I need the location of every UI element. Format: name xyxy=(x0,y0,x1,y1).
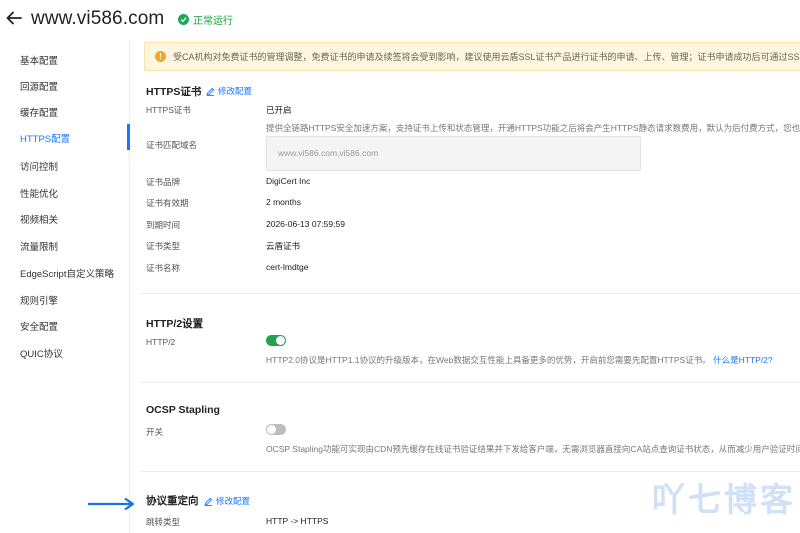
sidebar-item-access-control[interactable]: 访问控制 xyxy=(20,159,58,173)
redirect-edit-label: 修改配置 xyxy=(216,496,251,506)
cert-brand-value: DigiCert Inc xyxy=(266,176,311,186)
sidebar: 基本配置 回源配置 缓存配置 HTTPS配置 访问控制 性能优化 视频相关 流量… xyxy=(0,40,130,533)
section-divider xyxy=(140,471,800,472)
sidebar-item-security[interactable]: 安全配置 xyxy=(20,319,58,333)
sidebar-item-quic[interactable]: QUIC协议 xyxy=(20,346,63,360)
section-divider xyxy=(140,382,800,383)
ocsp-desc-text: OCSP Stapling功能可实现由CDN预先缓存在线证书验证结果并下发给客户… xyxy=(266,444,800,454)
status-badge: 正常运行 xyxy=(178,12,233,27)
https-section-title: HTTPS证书 xyxy=(146,86,202,98)
ocsp-toggle[interactable] xyxy=(266,424,286,435)
cert-validity-label: 证书有效期 xyxy=(146,198,189,208)
https-edit-button[interactable]: 修改配置 xyxy=(206,85,252,97)
warning-icon: ! xyxy=(155,51,166,62)
https-cert-label: HTTPS证书 xyxy=(146,105,191,115)
https-cert-desc: 提供全链路HTTPS安全加速方案，支持证书上传和状态管理，开通HTTPS功能之后… xyxy=(266,123,800,133)
domain-title: www.vi586.com xyxy=(31,8,165,29)
cert-name-label: 证书名称 xyxy=(146,263,181,273)
http2-help-link[interactable]: 什么是HTTP/2? xyxy=(713,355,773,365)
redirect-type-value: HTTP -> HTTPS xyxy=(266,516,329,526)
redirect-type-label: 跳转类型 xyxy=(146,517,181,527)
pencil-icon xyxy=(206,87,215,96)
http2-label: HTTP/2 xyxy=(146,337,176,347)
http2-toggle[interactable] xyxy=(266,335,286,346)
sidebar-item-origin[interactable]: 回源配置 xyxy=(20,79,58,93)
sidebar-item-cache[interactable]: 缓存配置 xyxy=(20,105,58,119)
sidebar-item-performance[interactable]: 性能优化 xyxy=(20,186,58,200)
cert-expire-label: 到期时间 xyxy=(146,220,181,230)
watermark: 吖七博客 xyxy=(652,481,796,518)
cert-expire-value: 2026-06-13 07:59:59 xyxy=(266,219,345,229)
arrow-left-icon[interactable] xyxy=(5,9,23,27)
http2-desc: HTTP2.0协议是HTTP1.1协议的升级版本，在Web数据交互性能上具备更多… xyxy=(266,354,773,366)
https-edit-label: 修改配置 xyxy=(218,86,253,96)
page-header: www.vi586.com 正常运行 xyxy=(0,0,800,40)
toggle-knob xyxy=(267,425,276,434)
cert-type-label: 证书类型 xyxy=(146,241,181,251)
sidebar-item-video[interactable]: 视频相关 xyxy=(20,212,58,226)
toggle-knob xyxy=(276,336,285,345)
cert-match-domain-field: www.vi586.com,vi586.com xyxy=(266,136,641,171)
cert-match-domain-label: 证书匹配域名 xyxy=(146,140,198,150)
redirect-edit-button[interactable]: 修改配置 xyxy=(204,495,250,507)
sidebar-item-rules-engine[interactable]: 规则引擎 xyxy=(20,293,58,307)
cert-validity-value: 2 months xyxy=(266,197,301,207)
pencil-icon xyxy=(204,497,213,506)
status-text: 正常运行 xyxy=(193,16,233,27)
ocsp-desc: OCSP Stapling功能可实现由CDN预先缓存在线证书验证结果并下发给客户… xyxy=(266,443,800,455)
http2-section-title: HTTP/2设置 xyxy=(146,318,204,330)
https-cert-value: 已开启 xyxy=(266,105,292,115)
sidebar-item-edgescript[interactable]: EdgeScript自定义策略 xyxy=(20,266,114,280)
notice-banner: ! 受CA机构对免费证书的管理调整，免费证书的申请及续签将会受到影响，建议使用云… xyxy=(144,42,800,71)
section-divider xyxy=(140,293,800,294)
redirect-section-title: 协议重定向 xyxy=(146,495,199,507)
active-indicator xyxy=(127,124,130,150)
sidebar-item-traffic-limit[interactable]: 流量限制 xyxy=(20,239,58,253)
arrow-right-icon xyxy=(88,497,135,511)
cert-brand-label: 证书品牌 xyxy=(146,177,181,187)
check-circle-icon xyxy=(178,14,189,25)
sidebar-item-https[interactable]: HTTPS配置 xyxy=(20,131,70,145)
sidebar-item-basic[interactable]: 基本配置 xyxy=(20,53,58,67)
cert-name-value: cert-lmdtge xyxy=(266,262,309,272)
ocsp-section-title: OCSP Stapling xyxy=(146,404,220,416)
cert-type-value: 云盾证书 xyxy=(266,241,301,251)
http2-desc-text: HTTP2.0协议是HTTP1.1协议的升级版本，在Web数据交互性能上具备更多… xyxy=(266,355,711,365)
notice-text: 受CA机构对免费证书的管理调整，免费证书的申请及续签将会受到影响，建议使用云盾S… xyxy=(173,52,800,62)
ocsp-switch-label: 开关 xyxy=(146,427,164,437)
